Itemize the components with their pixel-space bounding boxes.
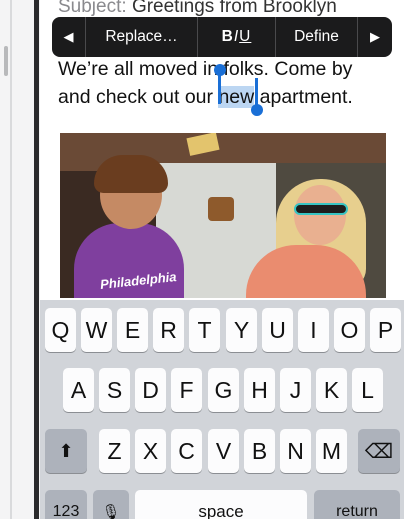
key-o[interactable]: O [334, 308, 365, 352]
menu-next-arrow-icon[interactable]: ▶ [358, 17, 392, 57]
key-e[interactable]: E [117, 308, 148, 352]
subject-label: Subject: [58, 0, 127, 17]
subject-value: Greetings from Brooklyn [131, 0, 337, 17]
space-key[interactable]: space [135, 490, 307, 519]
attached-photo[interactable]: Philadelphia [60, 133, 386, 298]
selection-end-knob[interactable] [251, 104, 263, 116]
key-p[interactable]: P [370, 308, 401, 352]
photo-lantern [208, 197, 234, 221]
key-q[interactable]: Q [45, 308, 76, 352]
key-a[interactable]: A [63, 368, 94, 412]
photo-person-right-head [294, 185, 346, 245]
key-v[interactable]: V [208, 429, 239, 473]
key-s[interactable]: S [99, 368, 130, 412]
key-g[interactable]: G [208, 368, 239, 412]
selection-start-handle[interactable] [218, 70, 221, 104]
numbers-key[interactable]: 123 [45, 490, 87, 519]
photo-person-left-hair [94, 155, 168, 193]
key-m[interactable]: M [316, 429, 347, 473]
key-x[interactable]: X [135, 429, 166, 473]
keyboard-row-3: ⬆ Z X C V B N M ⌫ [40, 429, 404, 473]
frame-bezel [34, 0, 39, 519]
menu-prev-arrow-icon[interactable]: ◀ [52, 17, 86, 57]
key-l[interactable]: L [352, 368, 383, 412]
key-n[interactable]: N [280, 429, 311, 473]
key-r[interactable]: R [153, 308, 184, 352]
keyboard-row-1: Q W E R T Y U I O P [40, 308, 404, 352]
dictation-key-icon[interactable]: 🎙 [93, 490, 129, 519]
selected-word[interactable]: new [218, 86, 255, 108]
key-k[interactable]: K [316, 368, 347, 412]
body-line-2: and check out our new apartment. [58, 83, 353, 111]
message-body-text[interactable]: We’re all moved in folks. Come by and ch… [58, 55, 353, 111]
side-button [4, 46, 8, 76]
return-key[interactable]: return [314, 490, 400, 519]
underline-label: U [239, 28, 252, 45]
keyboard-row-2: A S D F G H J K L [40, 368, 404, 412]
key-c[interactable]: C [171, 429, 202, 473]
frame-edge-line [10, 0, 12, 519]
keyboard-row-4: 123 🎙 space return [40, 490, 404, 519]
define-button[interactable]: Define [276, 17, 358, 57]
key-y[interactable]: Y [226, 308, 257, 352]
key-u[interactable]: U [262, 308, 293, 352]
replace-button[interactable]: Replace… [86, 17, 198, 57]
on-screen-keyboard: Q W E R T Y U I O P A S D F G H J K L ⬆ … [40, 300, 404, 519]
edit-menu-callout: ◀ Replace… BIU Define ▶ [52, 17, 392, 57]
body-line-1: We’re all moved in folks. Come by [58, 58, 353, 80]
key-i[interactable]: I [298, 308, 329, 352]
delete-key-icon[interactable]: ⌫ [358, 429, 400, 473]
key-f[interactable]: F [171, 368, 202, 412]
shift-key-icon[interactable]: ⬆ [45, 429, 87, 473]
body-line-2-after: apartment. [254, 86, 353, 108]
body-line-2-before: and check out our [58, 86, 219, 108]
key-w[interactable]: W [81, 308, 112, 352]
key-b[interactable]: B [244, 429, 275, 473]
key-d[interactable]: D [135, 368, 166, 412]
key-j[interactable]: J [280, 368, 311, 412]
key-t[interactable]: T [189, 308, 220, 352]
key-h[interactable]: H [244, 368, 275, 412]
key-z[interactable]: Z [99, 429, 130, 473]
bold-label: B [221, 28, 234, 45]
device-frame [0, 0, 44, 519]
bold-italic-underline-button[interactable]: BIU [198, 17, 276, 57]
photo-sunglasses [294, 203, 348, 215]
subject-line: Subject: Greetings from Brooklyn [58, 0, 337, 18]
